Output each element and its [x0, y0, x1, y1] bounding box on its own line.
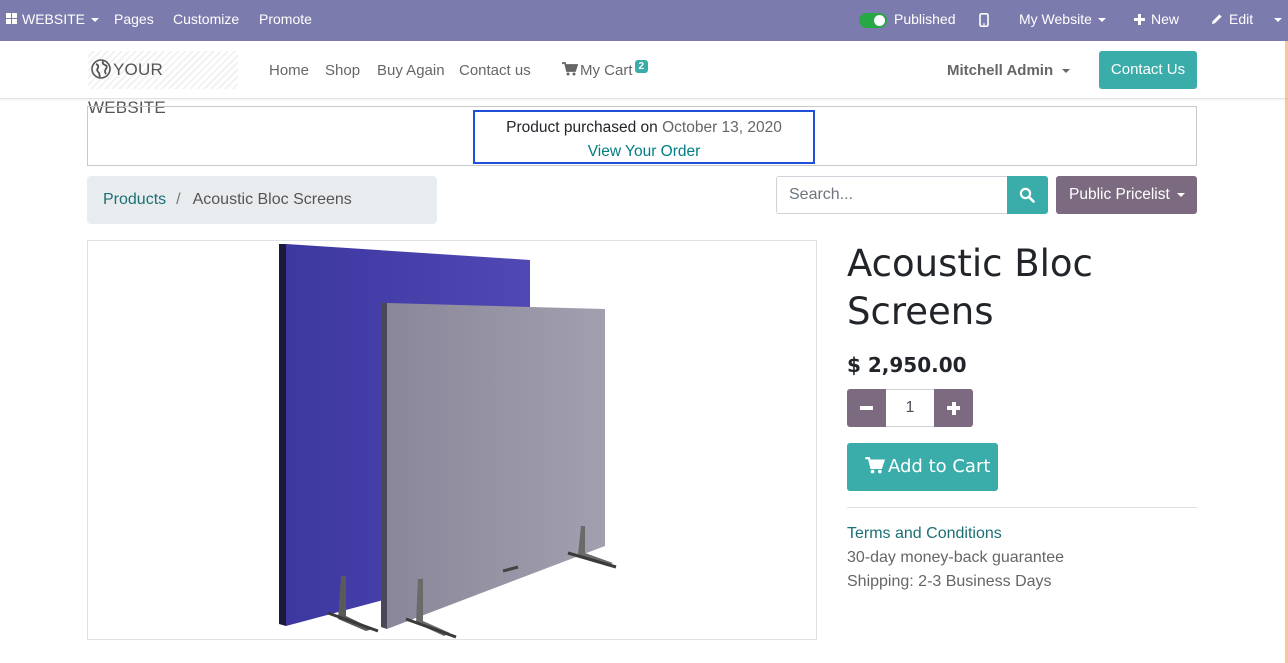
search-icon	[1019, 187, 1035, 203]
product-title: Acoustic Bloc Screens	[847, 242, 1093, 333]
view-order-link[interactable]: View Your Order	[475, 143, 813, 161]
published-toggle[interactable]: Published	[859, 0, 956, 38]
search-button[interactable]	[1007, 176, 1048, 214]
plus-icon	[1134, 14, 1145, 25]
shopping-cart-icon	[865, 457, 886, 474]
my-website-menu[interactable]: My Website	[1019, 0, 1106, 38]
nav-contact-us[interactable]: Contact us	[459, 62, 531, 79]
edit-label: Edit	[1229, 11, 1254, 27]
purchased-text: Product purchased on	[506, 119, 658, 136]
user-menu[interactable]: Mitchell Admin	[947, 62, 1071, 79]
cart-count-badge: 2	[634, 60, 649, 73]
guarantee-text: 30-day money-back guarantee	[847, 549, 1065, 566]
website-app-menu[interactable]: WEBSITE	[6, 0, 100, 38]
website-logo[interactable]: YOUR WEBSITE	[88, 51, 238, 117]
chevron-down-icon	[1097, 18, 1106, 23]
apps-grid-icon	[6, 13, 18, 25]
minus-icon	[860, 406, 873, 410]
nav-home[interactable]: Home	[269, 62, 309, 79]
purchase-notice: Product purchased on October 13, 2020 Vi…	[473, 110, 815, 164]
divider	[847, 507, 1197, 508]
add-to-cart-button[interactable]: Add to Cart	[847, 443, 998, 491]
my-website-label: My Website	[1019, 11, 1092, 27]
plus-icon-vertical	[951, 401, 956, 415]
nav-buy-again[interactable]: Buy Again	[377, 62, 445, 79]
nav-shop[interactable]: Shop	[325, 62, 360, 79]
chevron-down-icon	[91, 18, 100, 23]
breadcrumb-separator: /	[176, 191, 181, 208]
published-label: Published	[894, 11, 956, 27]
cart-label: My Cart	[580, 62, 633, 79]
purchased-date: October 13, 2020	[662, 119, 782, 136]
breadcrumb-current: Acoustic Bloc Screens	[192, 191, 352, 208]
site-header: YOUR WEBSITE Home Shop Buy Again Contact…	[0, 41, 1288, 117]
pricelist-dropdown[interactable]: Public Pricelist	[1056, 176, 1197, 214]
acoustic-screens-illustration	[279, 244, 617, 639]
terms-link[interactable]: Terms and Conditions	[847, 525, 1002, 543]
breadcrumb-products-link[interactable]: Products	[103, 191, 166, 208]
purchase-line: Product purchased on October 13, 2020	[475, 119, 813, 137]
user-name: Mitchell Admin	[947, 62, 1054, 79]
website-app-label: WEBSITE	[22, 11, 86, 27]
admin-bar: WEBSITE Pages Customize Promote Publishe…	[0, 0, 1288, 41]
customize-menu[interactable]: Customize	[173, 0, 239, 38]
promote-menu[interactable]: Promote	[259, 0, 312, 38]
mobile-phone-icon	[979, 13, 989, 28]
shipping-text: Shipping: 2-3 Business Days	[847, 573, 1052, 590]
mobile-preview-button[interactable]	[979, 0, 989, 38]
product-price: $ 2,950.00	[847, 353, 967, 377]
new-label: New	[1151, 11, 1180, 27]
chevron-down-icon	[1062, 69, 1071, 74]
quantity-input[interactable]: 1	[886, 389, 934, 427]
chevron-down-icon	[1176, 192, 1185, 197]
breadcrumb: Products / Acoustic Bloc Screens	[87, 176, 437, 224]
new-button[interactable]: New	[1134, 0, 1179, 38]
add-to-cart-label: Add to Cart	[888, 456, 991, 477]
search-input[interactable]: Search...	[776, 176, 1008, 214]
pencil-icon	[1212, 14, 1222, 24]
edit-button[interactable]: Edit	[1211, 0, 1253, 38]
chevron-down-icon	[1274, 18, 1282, 23]
pages-menu[interactable]: Pages	[114, 0, 154, 38]
pricelist-label: Public Pricelist	[1069, 186, 1170, 203]
quantity-decrease-button[interactable]	[847, 389, 886, 427]
globe-icon	[91, 59, 111, 79]
toggle-switch-icon	[859, 12, 887, 28]
more-menu[interactable]	[1272, 0, 1282, 38]
shopping-cart-icon	[562, 62, 579, 76]
product-image	[87, 240, 817, 640]
quantity-increase-button[interactable]	[934, 389, 973, 427]
contact-us-button[interactable]: Contact Us	[1099, 51, 1197, 89]
nav-my-cart[interactable]: My Cart 2	[562, 60, 649, 79]
